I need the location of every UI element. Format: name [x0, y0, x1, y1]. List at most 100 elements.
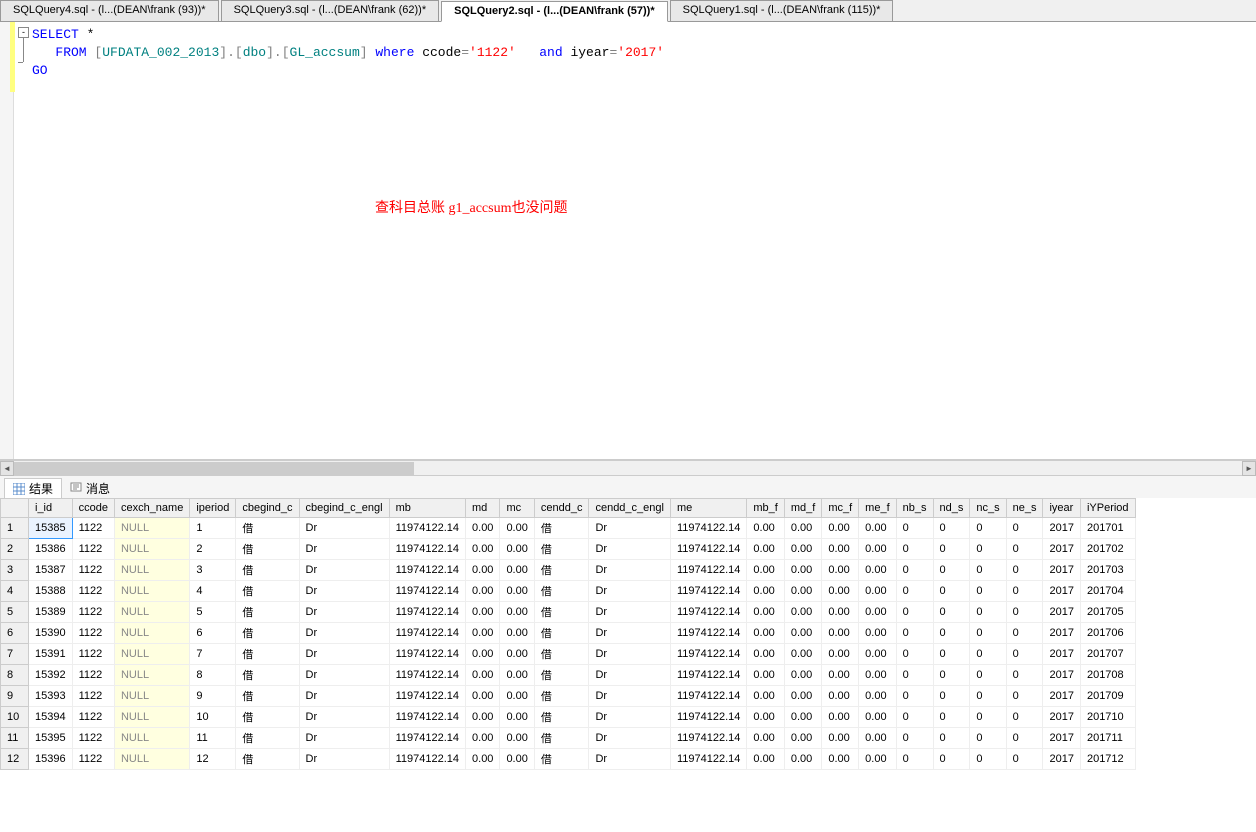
cell[interactable]: 15389	[29, 602, 73, 623]
cell[interactable]: 1122	[72, 665, 114, 686]
cell[interactable]: NULL	[114, 749, 189, 770]
cell[interactable]: 2017	[1043, 665, 1080, 686]
cell[interactable]: 0	[1006, 602, 1043, 623]
tab-sqlquery2[interactable]: SQLQuery2.sql - (l...(DEAN\frank (57))*	[441, 1, 667, 22]
col-header[interactable]: iperiod	[190, 499, 236, 518]
cell[interactable]: 0	[896, 644, 933, 665]
cell[interactable]: 11974122.14	[670, 518, 746, 539]
cell[interactable]: 2017	[1043, 623, 1080, 644]
cell[interactable]: 0.00	[466, 707, 500, 728]
cell[interactable]: 借	[236, 749, 299, 770]
cell[interactable]: 1122	[72, 644, 114, 665]
cell[interactable]: 0	[1006, 686, 1043, 707]
cell[interactable]: 12	[190, 749, 236, 770]
cell[interactable]: 1122	[72, 602, 114, 623]
cell[interactable]: 0.00	[784, 644, 821, 665]
cell[interactable]: 15390	[29, 623, 73, 644]
cell[interactable]: 201710	[1080, 707, 1135, 728]
cell[interactable]: 0	[896, 539, 933, 560]
cell[interactable]: 借	[236, 602, 299, 623]
cell[interactable]: 0.00	[822, 518, 859, 539]
cell[interactable]: 借	[534, 518, 589, 539]
cell[interactable]: 15396	[29, 749, 73, 770]
cell[interactable]: 15386	[29, 539, 73, 560]
cell[interactable]: 0.00	[784, 749, 821, 770]
cell[interactable]: 0	[970, 686, 1006, 707]
cell[interactable]: 0.00	[859, 539, 896, 560]
cell[interactable]: 4	[190, 581, 236, 602]
cell[interactable]: 借	[534, 749, 589, 770]
cell[interactable]: Dr	[299, 602, 389, 623]
cell[interactable]: 2017	[1043, 749, 1080, 770]
cell[interactable]: 0	[1006, 539, 1043, 560]
cell[interactable]: 2017	[1043, 518, 1080, 539]
cell[interactable]: Dr	[589, 644, 671, 665]
col-header[interactable]: md	[466, 499, 500, 518]
cell[interactable]: 0.00	[747, 686, 784, 707]
cell[interactable]: 11974122.14	[670, 644, 746, 665]
cell[interactable]: Dr	[299, 518, 389, 539]
col-header[interactable]: me	[670, 499, 746, 518]
cell[interactable]: 0.00	[784, 581, 821, 602]
cell[interactable]: 0	[970, 539, 1006, 560]
cell[interactable]: 15387	[29, 560, 73, 581]
tab-results[interactable]: 结果	[4, 478, 62, 498]
cell[interactable]: 0.00	[500, 581, 534, 602]
cell[interactable]: 0.00	[500, 728, 534, 749]
cell[interactable]: 1122	[72, 560, 114, 581]
cell[interactable]: 1	[190, 518, 236, 539]
cell[interactable]: NULL	[114, 728, 189, 749]
cell[interactable]: NULL	[114, 560, 189, 581]
cell[interactable]: 0.00	[500, 560, 534, 581]
row-number[interactable]: 7	[1, 644, 29, 665]
cell[interactable]: 11974122.14	[389, 644, 465, 665]
cell[interactable]: 0	[933, 539, 970, 560]
cell[interactable]: 0.00	[747, 707, 784, 728]
cell[interactable]: 借	[236, 581, 299, 602]
cell[interactable]: 0.00	[822, 644, 859, 665]
cell[interactable]: 0	[1006, 623, 1043, 644]
cell[interactable]: 0.00	[784, 707, 821, 728]
cell[interactable]: 0.00	[822, 539, 859, 560]
cell[interactable]: Dr	[299, 539, 389, 560]
scroll-left-arrow-icon[interactable]: ◄	[0, 461, 14, 476]
cell[interactable]: 201707	[1080, 644, 1135, 665]
cell[interactable]: 0.00	[784, 560, 821, 581]
cell[interactable]: 11974122.14	[670, 581, 746, 602]
cell[interactable]: 0.00	[859, 623, 896, 644]
cell[interactable]: 0.00	[500, 644, 534, 665]
cell[interactable]: 201701	[1080, 518, 1135, 539]
cell[interactable]: 6	[190, 623, 236, 644]
results-grid-wrap[interactable]: i_idccodecexch_nameiperiodcbegind_ccbegi…	[0, 498, 1256, 830]
cell[interactable]: 0.00	[747, 728, 784, 749]
cell[interactable]: 借	[534, 707, 589, 728]
cell[interactable]: 借	[534, 644, 589, 665]
cell[interactable]: NULL	[114, 581, 189, 602]
cell[interactable]: 0.00	[466, 665, 500, 686]
col-header[interactable]: cendd_c	[534, 499, 589, 518]
cell[interactable]: 0.00	[466, 581, 500, 602]
cell[interactable]: 0.00	[859, 707, 896, 728]
cell[interactable]: 5	[190, 602, 236, 623]
cell[interactable]: 借	[236, 560, 299, 581]
cell[interactable]: 11974122.14	[670, 707, 746, 728]
cell[interactable]: 2017	[1043, 644, 1080, 665]
table-row[interactable]: 10153941122NULL10借Dr11974122.140.000.00借…	[1, 707, 1136, 728]
cell[interactable]: 0.00	[500, 665, 534, 686]
cell[interactable]: 0.00	[747, 749, 784, 770]
cell[interactable]: 0.00	[466, 602, 500, 623]
cell[interactable]: 0.00	[859, 602, 896, 623]
cell[interactable]: Dr	[299, 707, 389, 728]
cell[interactable]: 3	[190, 560, 236, 581]
tab-sqlquery3[interactable]: SQLQuery3.sql - (l...(DEAN\frank (62))*	[221, 0, 440, 21]
cell[interactable]: 11974122.14	[389, 623, 465, 644]
cell[interactable]: Dr	[589, 518, 671, 539]
col-header[interactable]: cbegind_c	[236, 499, 299, 518]
cell[interactable]: 借	[236, 539, 299, 560]
cell[interactable]: 201712	[1080, 749, 1135, 770]
row-number[interactable]: 6	[1, 623, 29, 644]
cell[interactable]: 11	[190, 728, 236, 749]
cell[interactable]: 0	[933, 644, 970, 665]
cell[interactable]: 0.00	[747, 560, 784, 581]
cell[interactable]: 0	[933, 707, 970, 728]
